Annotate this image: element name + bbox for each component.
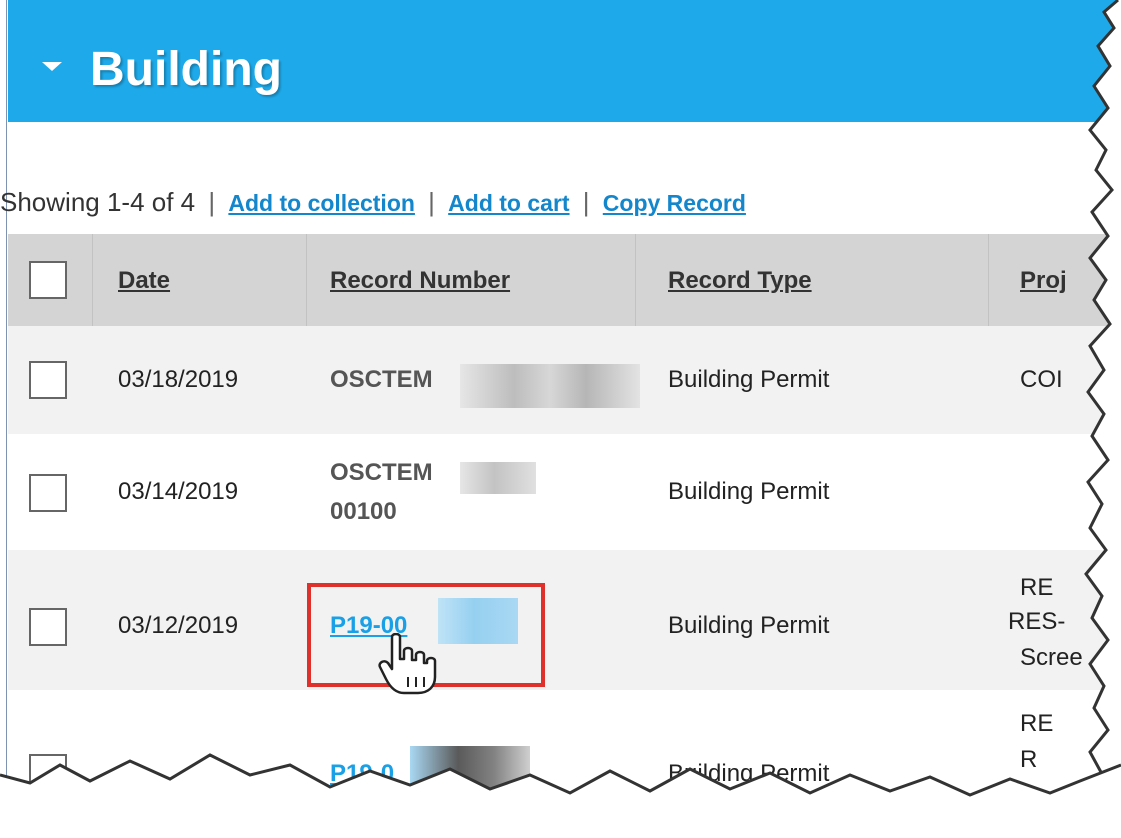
row-project-line1: RE — [1020, 574, 1054, 601]
add-to-cart-link[interactable]: Add to cart — [448, 190, 569, 216]
row-date: 03/14/2019 — [118, 478, 239, 505]
torn-edge — [0, 753, 1121, 838]
results-count: Showing 1-4 of 4 — [0, 187, 196, 217]
row-record-number-line1: OSCTEM — [330, 459, 433, 486]
column-header-record-type[interactable]: Record Type — [668, 267, 812, 295]
column-divider — [635, 234, 636, 326]
column-header-record-number[interactable]: Record Number — [330, 267, 510, 295]
row-date: 03/12/2019 — [118, 612, 239, 639]
torn-edge — [1070, 0, 1121, 838]
results-toolbar: Showing 1-4 of 4 | Add to collection | A… — [0, 187, 746, 218]
table-header: Date Record Number Record Type Proj — [8, 234, 1121, 326]
column-divider — [92, 234, 93, 326]
row-checkbox[interactable] — [29, 608, 67, 646]
row-record-number: OSCTEM — [330, 366, 433, 393]
table-row: 03/12/2019 P19-00 Building Permit RE RES… — [8, 550, 1121, 690]
redacted-text — [460, 364, 640, 408]
row-checkbox[interactable] — [29, 361, 67, 399]
separator: | — [582, 187, 590, 217]
column-header-date[interactable]: Date — [118, 267, 170, 295]
column-divider — [306, 234, 307, 326]
hand-cursor-icon — [378, 632, 438, 702]
select-all-checkbox[interactable] — [29, 261, 67, 299]
window-border — [6, 0, 7, 838]
row-checkbox[interactable] — [29, 474, 67, 512]
table-row: 03/18/2019 OSCTEM Building Permit COI — [8, 326, 1121, 434]
collapse-caret-icon[interactable] — [42, 62, 62, 71]
row-record-type: Building Permit — [668, 612, 830, 639]
row-record-type: Building Permit — [668, 366, 830, 393]
row-project-line1: RE — [1020, 710, 1054, 737]
row-record-type: Building Permit — [668, 478, 830, 505]
separator: | — [428, 187, 435, 217]
section-title: Building — [90, 43, 282, 96]
add-to-collection-link[interactable]: Add to collection — [228, 190, 415, 216]
copy-record-link[interactable]: Copy Record — [603, 190, 746, 216]
row-date: 03/18/2019 — [118, 366, 239, 393]
separator: | — [208, 187, 216, 217]
table-row: 03/14/2019 OSCTEM 00100 Building Permit — [8, 434, 1121, 550]
redacted-text — [460, 462, 536, 494]
section-header[interactable]: Building — [8, 0, 1121, 122]
column-divider — [988, 234, 989, 326]
row-record-number-line2: 00100 — [330, 498, 397, 525]
